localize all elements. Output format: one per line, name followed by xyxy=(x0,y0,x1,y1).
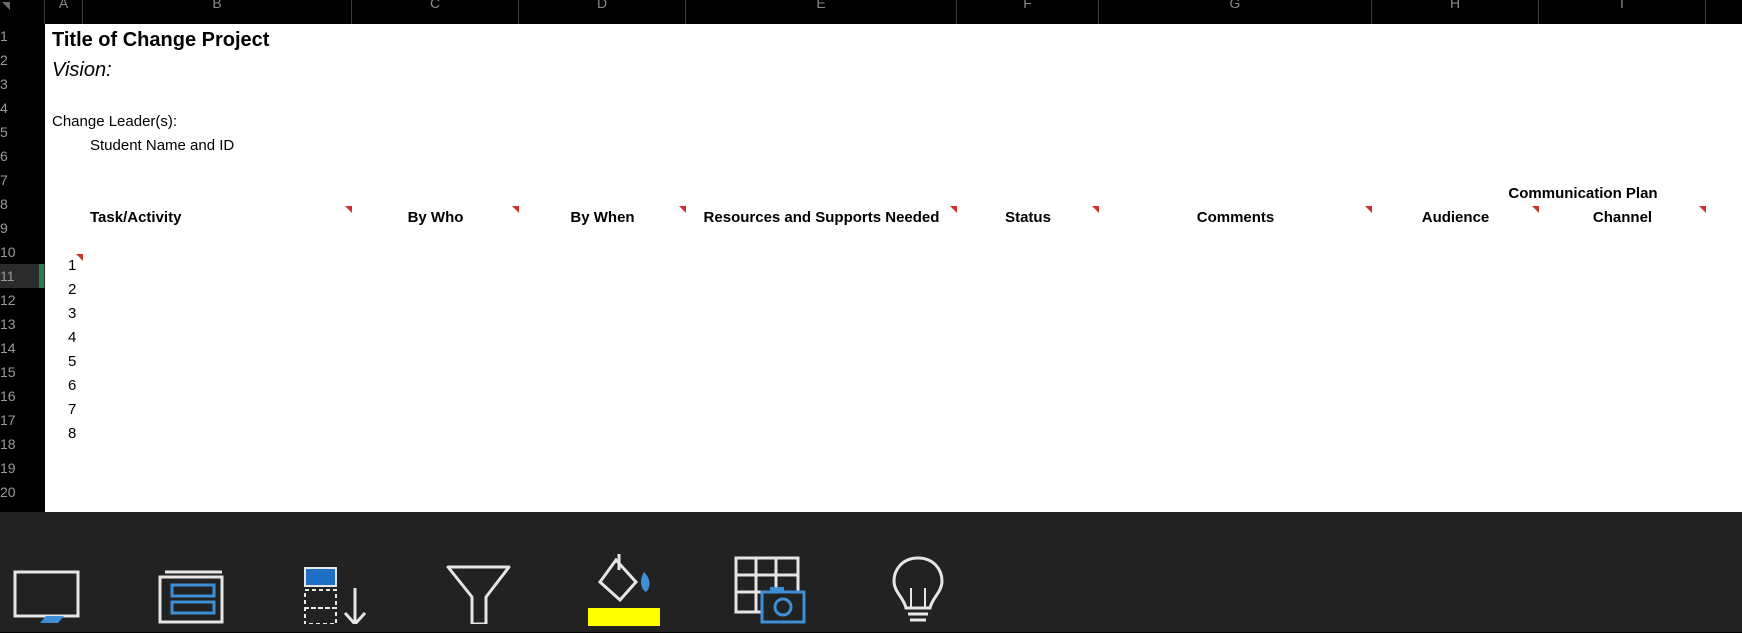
row-header-12[interactable]: 12 xyxy=(0,288,45,312)
row-header-17[interactable]: 17 xyxy=(0,408,45,432)
freeze-panes-button[interactable] xyxy=(156,552,228,632)
comment-indicator-icon xyxy=(512,206,519,213)
task-number[interactable]: 3 xyxy=(68,305,76,322)
task-number[interactable]: 1 xyxy=(68,257,76,274)
row-header-3[interactable]: 3 xyxy=(0,72,45,96)
row-header-13[interactable]: 13 xyxy=(0,312,45,336)
channel-header[interactable]: Channel xyxy=(1539,209,1706,226)
column-header-h[interactable]: H xyxy=(1372,0,1539,24)
change-leader-label[interactable]: Change Leader(s): xyxy=(52,113,177,130)
comment-indicator-icon xyxy=(1092,206,1099,213)
display-button[interactable] xyxy=(12,552,84,632)
row-header-19[interactable]: 19 xyxy=(0,456,45,480)
comment-indicator-icon xyxy=(76,254,83,261)
row-header-bar: 1 2 3 4 5 6 7 8 9 10 11 12 13 14 15 16 1… xyxy=(0,24,45,512)
row-header-8[interactable]: 8 xyxy=(0,192,45,216)
by-when-header[interactable]: By When xyxy=(519,209,686,226)
select-all-triangle-icon xyxy=(2,2,10,10)
row-header-18[interactable]: 18 xyxy=(0,432,45,456)
bottom-toolbar xyxy=(0,512,1742,632)
comment-indicator-icon xyxy=(1699,206,1706,213)
sort-icon xyxy=(304,567,367,627)
column-header-f[interactable]: F xyxy=(957,0,1099,24)
active-row-marker xyxy=(39,264,44,288)
filter-icon xyxy=(446,565,511,626)
cell-grid[interactable]: Title of Change Project Vision: Change L… xyxy=(45,24,1742,512)
student-name-cell[interactable]: Student Name and ID xyxy=(90,137,234,154)
freeze-panes-icon xyxy=(158,570,224,624)
status-header[interactable]: Status xyxy=(957,209,1099,226)
column-header-c[interactable]: C xyxy=(352,0,519,24)
communication-plan-header[interactable]: Communication Plan xyxy=(1463,185,1703,202)
comment-indicator-icon xyxy=(345,206,352,213)
vision-label[interactable]: Vision: xyxy=(52,59,112,82)
fill-color-button[interactable] xyxy=(586,552,662,632)
project-title[interactable]: Title of Change Project xyxy=(52,29,269,52)
task-number[interactable]: 5 xyxy=(68,353,76,370)
column-header-i[interactable]: I xyxy=(1539,0,1706,24)
column-header-a[interactable]: A xyxy=(45,0,83,24)
spreadsheet-area: A B C D E F G H I 1 2 3 4 5 6 7 8 9 10 1… xyxy=(0,0,1742,512)
comment-indicator-icon xyxy=(679,206,686,213)
column-header-b[interactable]: B xyxy=(83,0,352,24)
row-header-15[interactable]: 15 xyxy=(0,360,45,384)
row-header-7[interactable]: 7 xyxy=(0,168,45,192)
table-snapshot-button[interactable] xyxy=(734,552,806,632)
display-icon xyxy=(13,570,80,623)
fill-color-icon xyxy=(588,554,660,626)
row-header-9[interactable]: 9 xyxy=(0,216,45,240)
comments-header[interactable]: Comments xyxy=(1099,209,1372,226)
task-number[interactable]: 7 xyxy=(68,401,76,418)
column-header-g[interactable]: G xyxy=(1099,0,1372,24)
row-header-10[interactable]: 10 xyxy=(0,240,45,264)
row-header-2[interactable]: 2 xyxy=(0,48,45,72)
audience-header[interactable]: Audience xyxy=(1372,209,1539,226)
comment-indicator-icon xyxy=(950,206,957,213)
task-number[interactable]: 8 xyxy=(68,425,76,442)
row-header-20[interactable]: 20 xyxy=(0,480,45,504)
select-all-corner[interactable] xyxy=(0,0,45,24)
row-header-1[interactable]: 1 xyxy=(0,24,45,48)
task-number[interactable]: 4 xyxy=(68,329,76,346)
row-header-14[interactable]: 14 xyxy=(0,336,45,360)
filter-button[interactable] xyxy=(444,552,516,632)
column-header-e[interactable]: E xyxy=(686,0,957,24)
lightbulb-icon xyxy=(892,556,944,622)
table-snapshot-icon xyxy=(734,556,806,624)
row-header-5[interactable]: 5 xyxy=(0,120,45,144)
column-header-bar: A B C D E F G H I xyxy=(0,0,1742,24)
sort-button[interactable] xyxy=(300,552,372,632)
comment-indicator-icon xyxy=(1365,206,1372,213)
task-number[interactable]: 6 xyxy=(68,377,76,394)
by-who-header[interactable]: By Who xyxy=(352,209,519,226)
resources-header[interactable]: Resources and Supports Needed xyxy=(686,209,957,226)
row-header-6[interactable]: 6 xyxy=(0,144,45,168)
row-header-16[interactable]: 16 xyxy=(0,384,45,408)
task-activity-header[interactable]: Task/Activity xyxy=(90,209,181,226)
lightbulb-button[interactable] xyxy=(882,552,954,632)
task-number[interactable]: 2 xyxy=(68,281,76,298)
column-header-d[interactable]: D xyxy=(519,0,686,24)
comment-indicator-icon xyxy=(1532,206,1539,213)
row-header-4[interactable]: 4 xyxy=(0,96,45,120)
